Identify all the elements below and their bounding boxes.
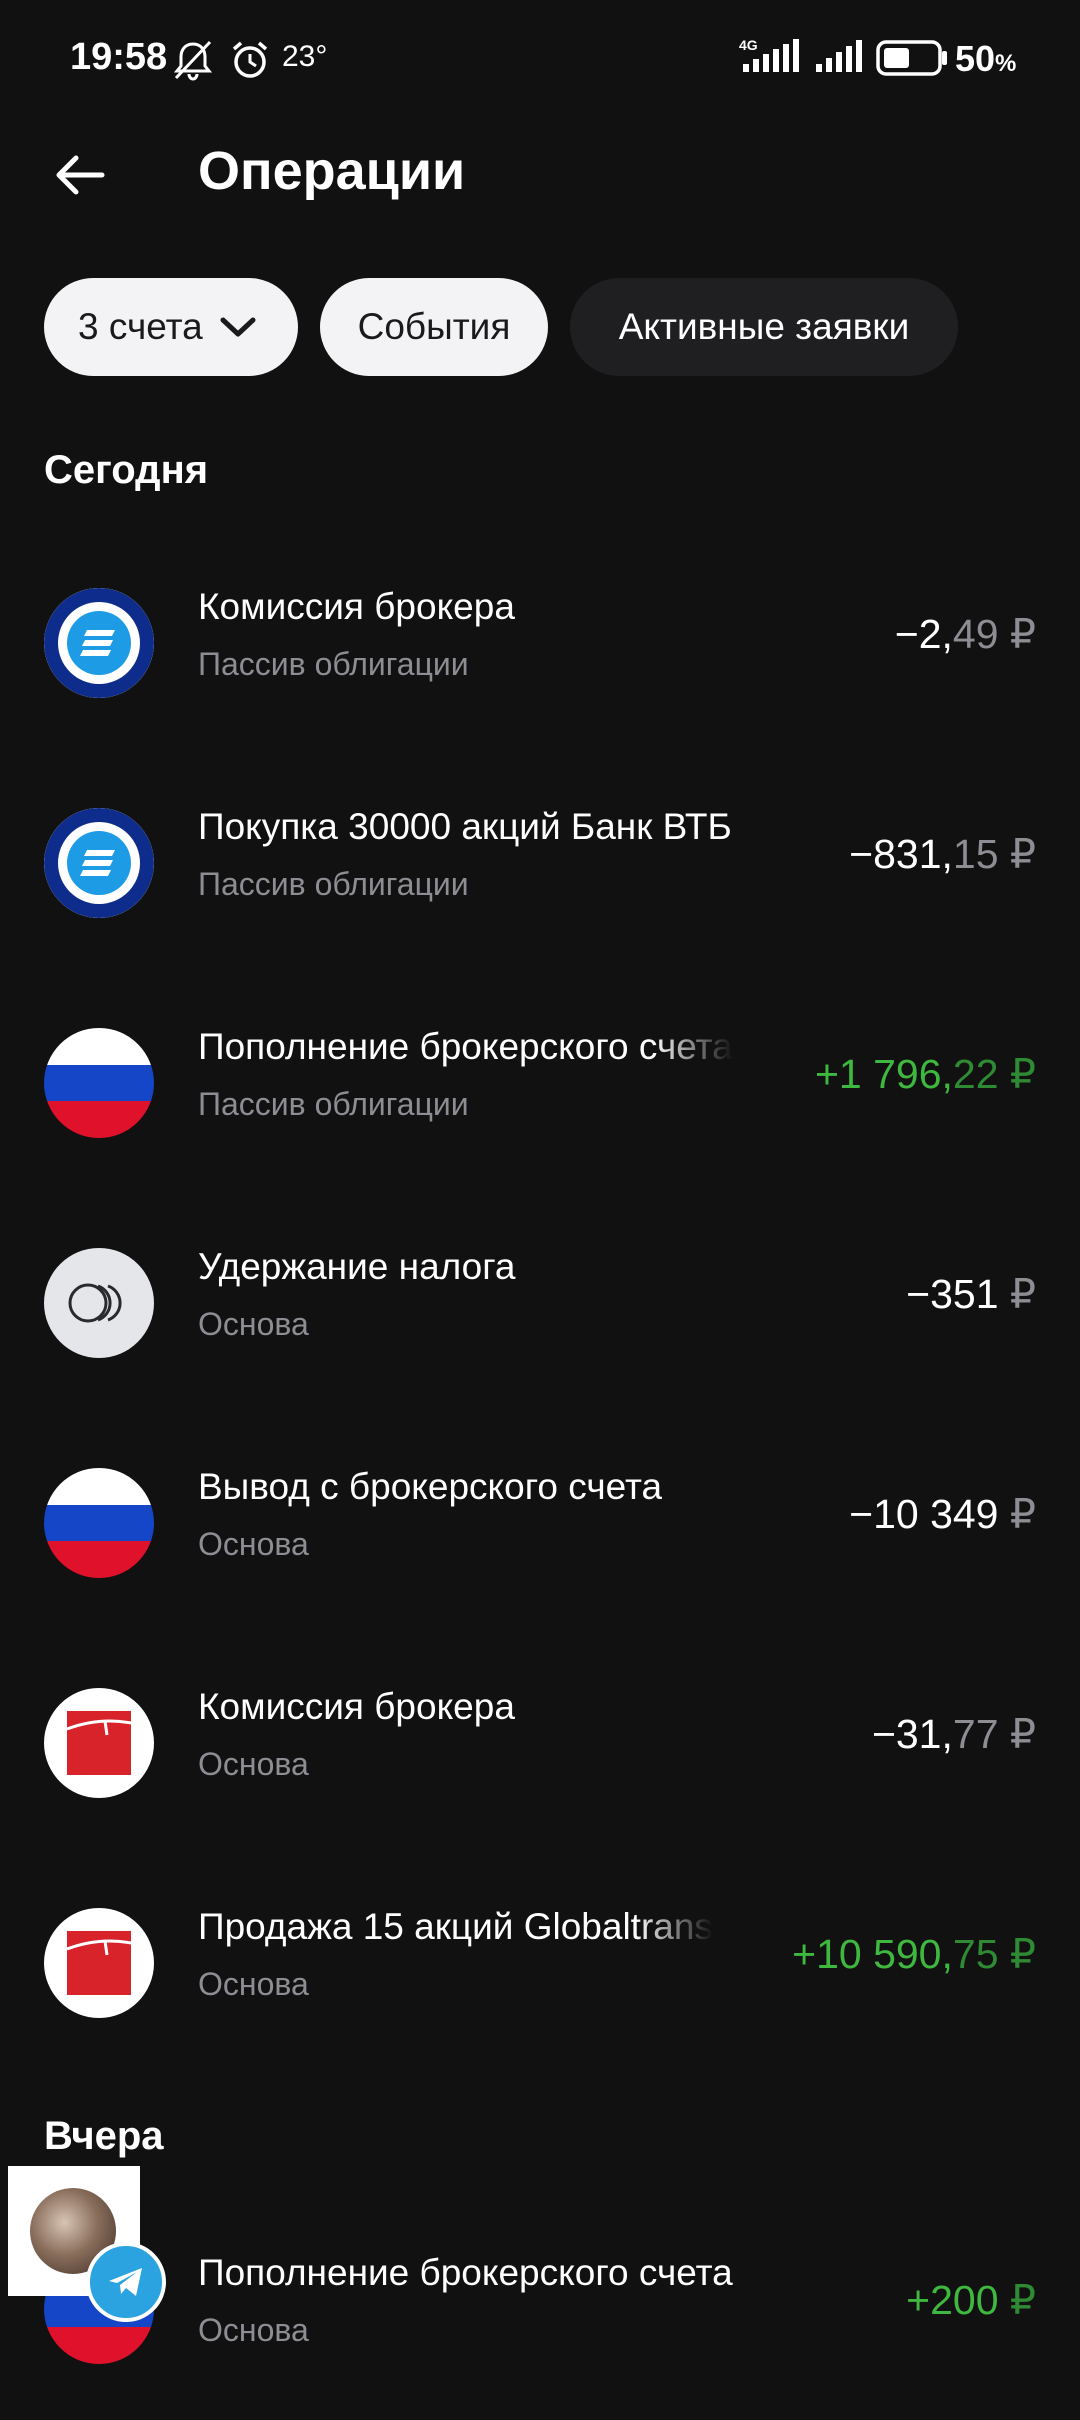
operation-row[interactable]: Вывод с брокерского счета Основа −10 349… xyxy=(0,1414,1080,1634)
events-filter-label: События xyxy=(357,306,511,347)
back-button[interactable] xyxy=(40,140,120,210)
active-orders-filter-chip[interactable]: Активные заявки xyxy=(570,278,958,376)
operation-amount: −831,15 ₽ xyxy=(849,831,1036,877)
operation-account: Пассив облигации xyxy=(198,1086,469,1122)
floating-chat-bubble[interactable] xyxy=(8,2166,166,2322)
svg-text:4G: 4G xyxy=(739,37,758,53)
operation-account: Пассив облигации xyxy=(198,866,469,902)
section-title-yesterday: Вчера xyxy=(44,2114,164,2158)
active-orders-filter-label: Активные заявки xyxy=(618,306,910,347)
operation-account: Основа xyxy=(198,1746,309,1782)
alarm-clock-icon xyxy=(232,41,268,78)
operation-title: Удержание налога xyxy=(198,1246,516,1287)
app-header: Операции xyxy=(0,120,1080,220)
signal-icon xyxy=(816,40,862,72)
signal-4g-icon: 4G xyxy=(739,37,799,72)
operation-title: Пополнение брокерского счета xyxy=(198,1026,733,1067)
operation-row[interactable]: Продажа 15 акций Globaltrans Основа +10 … xyxy=(0,1854,1080,2074)
operation-amount: +1 796,22 ₽ xyxy=(814,1051,1036,1097)
operation-amount: +10 590,75 ₽ xyxy=(792,1931,1036,1977)
operation-row[interactable]: Комиссия брокера Пассив облигации −2,49 … xyxy=(0,534,1080,754)
bell-muted-icon xyxy=(173,40,213,81)
operation-title: Комиссия брокера xyxy=(198,1686,515,1727)
operation-amount: +200 ₽ xyxy=(906,2277,1036,2323)
accounts-filter-label: 3 счета xyxy=(78,306,203,347)
coins-icon xyxy=(44,1248,154,1358)
section-title-today: Сегодня xyxy=(44,448,209,492)
page-title: Операции xyxy=(198,141,466,201)
red-square-logo-icon xyxy=(44,1908,154,2018)
operation-title: Вывод с брокерского счета xyxy=(198,1466,663,1507)
operation-account: Основа xyxy=(198,1526,309,1562)
operation-account: Основа xyxy=(198,1966,309,2002)
accounts-filter-chip[interactable]: 3 счета xyxy=(44,278,298,376)
operation-row[interactable]: Пополнение брокерского счета Пассив обли… xyxy=(0,974,1080,1194)
status-temperature: 23° xyxy=(282,40,328,73)
telegram-icon xyxy=(86,2242,166,2322)
operation-row[interactable]: Удержание налога Основа −351 ₽ xyxy=(0,1194,1080,1414)
battery-percent: 50% xyxy=(955,38,1017,79)
chevron-down-icon xyxy=(220,317,256,337)
operation-amount: −351 ₽ xyxy=(906,1271,1036,1317)
operation-account: Основа xyxy=(198,1306,309,1342)
filter-chips: 3 счета События Активные заявки xyxy=(44,278,958,376)
operation-account: Основа xyxy=(198,2312,309,2348)
russia-flag-icon xyxy=(44,1028,154,1138)
operation-account: Пассив облигации xyxy=(198,646,469,682)
operation-title: Пополнение брокерского счета xyxy=(198,2252,733,2293)
arrow-left-icon xyxy=(56,155,105,195)
operation-amount: −10 349 ₽ xyxy=(849,1491,1036,1537)
broker-blue-logo-icon xyxy=(44,588,154,698)
operation-row[interactable]: Пополнение брокерского счета Основа +200… xyxy=(0,2200,1080,2420)
operation-row[interactable]: Комиссия брокера Основа −31,77 ₽ xyxy=(0,1634,1080,1854)
events-filter-chip[interactable]: События xyxy=(320,278,548,376)
operation-amount: −31,77 ₽ xyxy=(871,1711,1036,1757)
battery-icon xyxy=(876,40,947,76)
operation-title: Продажа 15 акций Globaltrans xyxy=(198,1906,713,1947)
operation-row[interactable]: Покупка 30000 акций Банк ВТБ Пассив обли… xyxy=(0,754,1080,974)
red-square-logo-icon xyxy=(44,1688,154,1798)
broker-blue-logo-icon xyxy=(44,808,154,918)
operation-title: Комиссия брокера xyxy=(198,586,515,627)
operation-amount: −2,49 ₽ xyxy=(894,611,1036,657)
status-time: 19:58 xyxy=(70,36,168,78)
status-bar: 19:58 23° 4G 50% xyxy=(0,0,1080,120)
operation-title: Покупка 30000 акций Банк ВТБ xyxy=(198,806,732,847)
russia-flag-icon xyxy=(44,1468,154,1578)
